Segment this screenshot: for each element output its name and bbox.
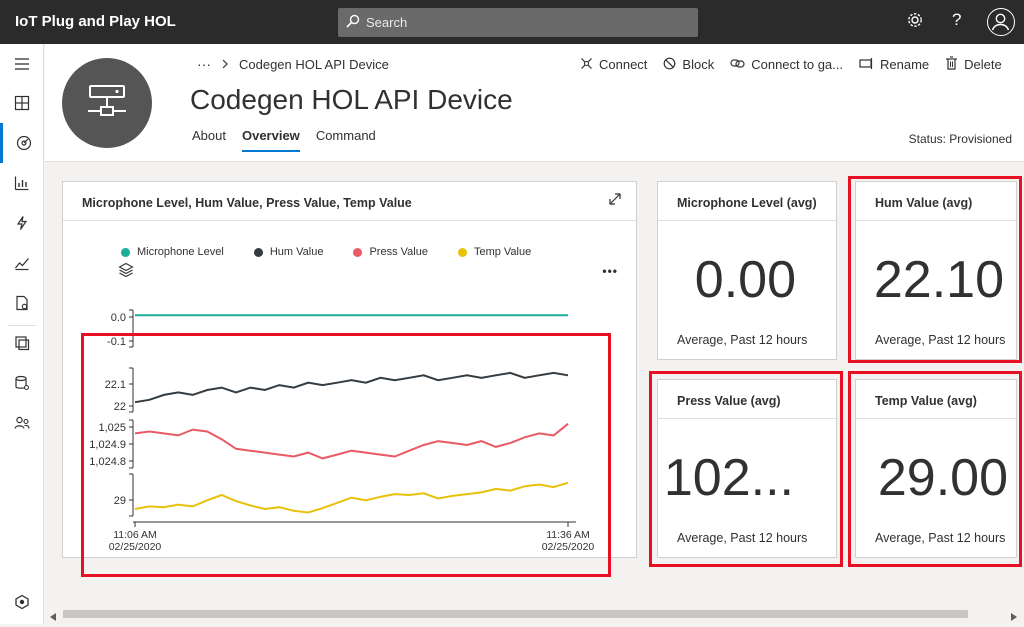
top-bar: IoT Plug and Play HOL Search ? [0, 0, 1024, 44]
left-nav [0, 44, 44, 624]
administration-icon[interactable] [0, 403, 44, 443]
search-placeholder: Search [366, 15, 408, 30]
kpi-value: 0.00 [694, 251, 796, 309]
highlight-hum-card [848, 176, 1022, 363]
connect-label: Connect [599, 57, 648, 72]
rules-icon[interactable] [0, 203, 44, 243]
rename-icon [859, 57, 874, 73]
connect-to-gateway-label: Connect to ga... [751, 57, 843, 72]
kpi-footnote: Average, Past 12 hours [677, 333, 808, 347]
rename-button[interactable]: Rename [859, 56, 929, 73]
scrollbar-thumb[interactable] [63, 610, 968, 618]
trend-icon[interactable] [0, 243, 44, 283]
dashboard-icon[interactable] [0, 83, 44, 123]
device-status: Status: Provisioned [908, 132, 1012, 146]
device-templates-icon[interactable] [0, 323, 44, 363]
gear-icon[interactable] [906, 11, 924, 34]
devices-icon[interactable] [0, 123, 44, 163]
y-tick-label: 0.0 [111, 312, 126, 324]
link-icon [730, 57, 745, 73]
search-box[interactable]: Search [338, 8, 698, 37]
tab-bar: About Overview Command [192, 128, 376, 152]
device-avatar-icon [62, 58, 152, 148]
chevron-right-icon [221, 57, 229, 72]
highlight-press-card [649, 371, 843, 567]
hamburger-menu-icon[interactable] [0, 44, 44, 84]
horizontal-scrollbar[interactable] [45, 606, 1024, 624]
breadcrumb-ellipsis[interactable]: ··· [197, 56, 211, 72]
device-header: ··· Codegen HOL API Device Codegen HOL A… [45, 44, 1024, 162]
block-icon [663, 57, 676, 73]
action-bar: Connect Block Connect to ga... Rename De… [580, 56, 1002, 73]
jobs-icon[interactable] [0, 283, 44, 323]
kpi-card-mic: Microphone Level (avg) 0.00 Average, Pas… [657, 181, 837, 360]
app-title[interactable]: IoT Plug and Play HOL [15, 13, 176, 30]
highlight-chart-area [81, 333, 611, 577]
search-icon [346, 14, 360, 33]
card-divider [658, 220, 836, 221]
breadcrumb: ··· Codegen HOL API Device [197, 56, 389, 72]
scroll-left-icon[interactable] [49, 609, 57, 627]
delete-button[interactable]: Delete [945, 56, 1002, 73]
delete-label: Delete [964, 57, 1002, 72]
block-button[interactable]: Block [663, 56, 714, 73]
analytics-icon[interactable] [0, 163, 44, 203]
kpi-title: Microphone Level (avg) [677, 196, 817, 210]
scroll-right-icon[interactable] [1010, 609, 1018, 627]
highlight-temp-card [848, 371, 1022, 567]
connect-button[interactable]: Connect [580, 56, 647, 73]
connect-icon [580, 57, 593, 73]
block-label: Block [682, 57, 715, 72]
rename-label: Rename [880, 57, 930, 72]
user-avatar[interactable] [987, 8, 1015, 36]
connect-to-gateway-button[interactable]: Connect to ga... [730, 56, 843, 73]
trash-icon [945, 56, 958, 73]
tab-overview[interactable]: Overview [241, 128, 300, 152]
iot-central-icon[interactable] [0, 582, 44, 622]
tab-command[interactable]: Command [316, 128, 376, 152]
tab-about[interactable]: About [192, 128, 226, 152]
device-title: Codegen HOL API Device [190, 84, 513, 115]
data-export-icon[interactable] [0, 363, 44, 403]
breadcrumb-current: Codegen HOL API Device [239, 56, 389, 72]
help-icon[interactable]: ? [952, 10, 961, 30]
